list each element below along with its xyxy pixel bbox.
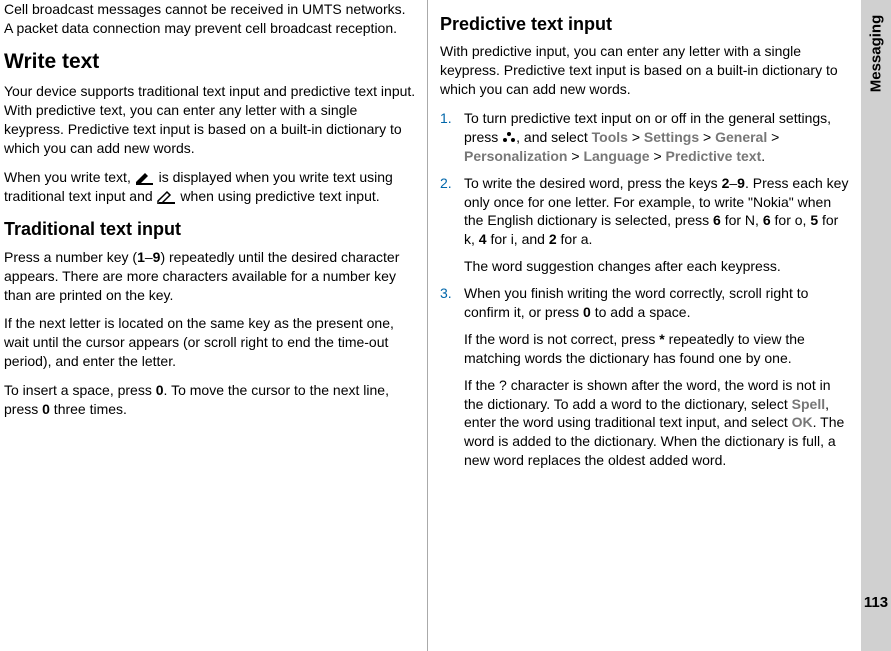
step-1: To turn predictive text input on or off …	[440, 109, 853, 166]
heading-write-text: Write text	[4, 48, 417, 76]
step-2: To write the desired word, press the key…	[440, 174, 853, 276]
traditional-p3: To insert a space, press 0. To move the …	[4, 381, 417, 419]
left-column: Cell broadcast messages cannot be receiv…	[0, 0, 428, 651]
pencil-traditional-icon	[135, 171, 155, 185]
page-container: Cell broadcast messages cannot be receiv…	[0, 0, 891, 651]
predictive-p1: With predictive input, you can enter any…	[440, 42, 853, 99]
heading-traditional: Traditional text input	[4, 217, 417, 241]
step-3: When you finish writing the word correct…	[440, 284, 853, 470]
menu-ok: OK	[792, 414, 813, 430]
write-text-p2: When you write text, is displayed when y…	[4, 168, 417, 206]
sidebar-label: Messaging	[868, 15, 885, 93]
step-3-p2: If the word is not correct, press * repe…	[464, 330, 853, 368]
menu-tools: Tools	[592, 129, 628, 145]
apps-key-icon	[502, 131, 516, 145]
traditional-p1: Press a number key (1–9) repeatedly unti…	[4, 248, 417, 305]
menu-general: General	[715, 129, 767, 145]
right-column: Predictive text input With predictive in…	[428, 0, 861, 651]
predictive-steps: To turn predictive text input on or off …	[440, 109, 853, 470]
menu-predictive: Predictive text	[666, 148, 762, 164]
menu-language: Language	[583, 148, 649, 164]
step-2-p2: The word suggestion changes after each k…	[464, 257, 853, 276]
page-number: 113	[864, 594, 888, 611]
pencil-predictive-icon	[157, 190, 177, 204]
write-text-p1: Your device supports traditional text in…	[4, 82, 417, 158]
traditional-p2: If the next letter is located on the sam…	[4, 314, 417, 371]
intro-text: Cell broadcast messages cannot be receiv…	[4, 0, 417, 38]
sidebar-tab: Messaging 113	[861, 0, 891, 651]
menu-spell: Spell	[792, 396, 825, 412]
menu-personalization: Personalization	[464, 148, 567, 164]
menu-settings: Settings	[644, 129, 699, 145]
step-3-p3: If the ? character is shown after the wo…	[464, 376, 853, 470]
heading-predictive: Predictive text input	[440, 12, 853, 36]
